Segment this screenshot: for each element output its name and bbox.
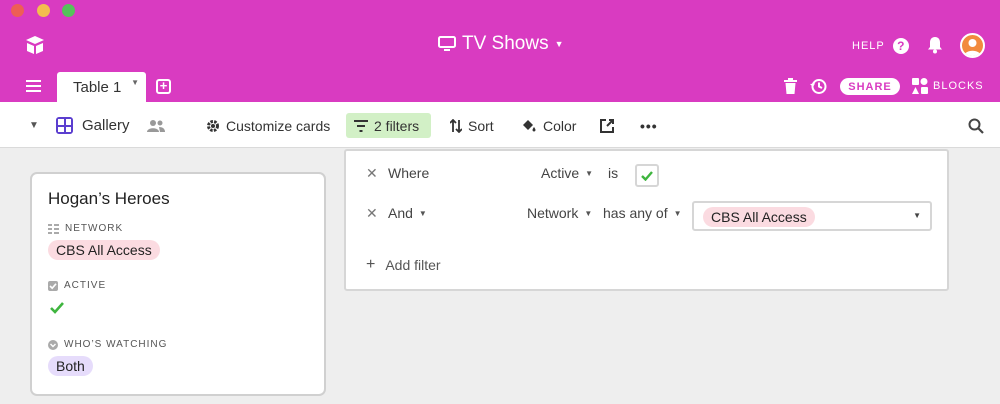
help-button[interactable]: HELP ?: [852, 38, 909, 54]
checkmark-icon: [641, 170, 653, 181]
field-label-text: ACTIVE: [64, 280, 107, 291]
single-select-icon: [48, 339, 58, 350]
checkbox-field-icon: [48, 280, 58, 291]
color-button[interactable]: Color: [521, 113, 576, 138]
share-button[interactable]: SHARE: [840, 78, 900, 95]
app-header: TV Shows ▼ HELP ?: [0, 22, 1000, 70]
people-icon: [147, 119, 165, 132]
blocks-icon: [912, 78, 928, 94]
monitor-icon: [438, 36, 456, 51]
sort-icon: [450, 118, 462, 133]
field-label-text: NETWORK: [65, 223, 124, 234]
remove-filter-button[interactable]: ✕: [366, 205, 378, 222]
tab-label: Table 1: [73, 78, 122, 96]
filter-value-pill: CBS All Access: [703, 207, 815, 227]
user-icon: [964, 39, 981, 56]
airtable-logo-icon[interactable]: [24, 34, 46, 56]
checkmark-icon: [50, 302, 64, 314]
filter-popover: ✕ Where Active ▼ is ✕ And ▼ Network ▼ ha…: [344, 149, 949, 291]
gallery-icon: [56, 117, 73, 134]
filter-icon: [354, 119, 368, 132]
gear-icon: [207, 119, 219, 132]
table-tabs-bar: Table 1 ▼ + SHARE BLOCKS: [0, 70, 1000, 102]
filters-button[interactable]: 2 filters: [346, 113, 431, 138]
chevron-down-icon: ▼: [554, 39, 564, 49]
trash-icon[interactable]: [784, 78, 797, 94]
filter-conjunction: Where: [388, 165, 430, 181]
blocks-label: BLOCKS: [933, 80, 984, 92]
hamburger-menu-icon[interactable]: [26, 79, 42, 93]
network-value-pill: CBS All Access: [48, 240, 160, 260]
field-label-active: ACTIVE: [48, 280, 106, 291]
filter-row: ✕ Where Active ▼ is: [346, 159, 947, 189]
filter-operator[interactable]: is: [608, 165, 618, 181]
user-avatar[interactable]: [960, 33, 985, 58]
blocks-button[interactable]: BLOCKS: [912, 78, 984, 94]
help-label: HELP: [852, 40, 885, 52]
paint-bucket-icon: [523, 120, 536, 132]
customize-cards-label: Customize cards: [226, 117, 331, 134]
filter-conjunction-select[interactable]: And ▼: [388, 205, 427, 221]
filter-operator-label: has any of: [603, 205, 668, 221]
filter-value-select[interactable]: CBS All Access ▼: [692, 201, 932, 231]
chevron-down-icon: ▼: [673, 208, 682, 218]
field-label-text: WHO’S WATCHING: [64, 339, 168, 350]
chevron-down-icon[interactable]: ▼: [131, 78, 139, 87]
view-switcher-toggle[interactable]: ▼: [29, 113, 39, 138]
maximize-window-button[interactable]: [62, 4, 75, 17]
filter-field-label: Network: [527, 205, 579, 221]
chevron-down-icon: ▼: [913, 211, 921, 220]
whos-watching-value-pill: Both: [48, 356, 93, 376]
base-title: TV Shows: [462, 33, 549, 54]
view-toolbar: ▼ Gallery Customize cards 2 filters Sort…: [0, 102, 1000, 148]
collaborators-button[interactable]: [146, 113, 166, 138]
color-label: Color: [543, 117, 577, 134]
chevron-down-icon: ▼: [585, 168, 594, 178]
chevron-down-icon: ▼: [584, 208, 593, 218]
close-window-button[interactable]: [11, 4, 24, 17]
minimize-window-button[interactable]: [37, 4, 50, 17]
help-circle-icon: ?: [892, 38, 909, 54]
gallery-card[interactable]: Hogan’s Heroes NETWORK CBS All Access AC…: [30, 172, 326, 396]
window-titlebar: [0, 0, 1000, 22]
sort-label: Sort: [468, 117, 494, 134]
filter-value-checkbox[interactable]: [635, 164, 659, 187]
filters-label: 2 filters: [374, 117, 420, 134]
base-title-dropdown[interactable]: TV Shows ▼: [438, 33, 564, 55]
add-filter-button[interactable]: + Add filter: [366, 256, 441, 274]
share-view-button[interactable]: [600, 113, 614, 138]
filter-conjunction-label: And: [388, 205, 413, 221]
filter-field-label: Active: [541, 165, 580, 181]
share-external-icon: [600, 118, 614, 133]
search-icon: [968, 118, 984, 134]
filter-field-select[interactable]: Active ▼: [541, 165, 593, 181]
add-table-button[interactable]: +: [156, 79, 171, 94]
field-label-whos-watching: WHO’S WATCHING: [48, 339, 167, 350]
card-title: Hogan’s Heroes: [48, 189, 170, 208]
more-options-button[interactable]: •••: [640, 113, 658, 138]
history-icon[interactable]: [810, 78, 827, 95]
long-text-icon: [48, 223, 59, 234]
filter-operator-select[interactable]: has any of ▼: [603, 205, 682, 221]
plus-icon: +: [366, 256, 376, 273]
customize-cards-button[interactable]: Customize cards: [206, 113, 330, 138]
view-name[interactable]: Gallery: [82, 113, 130, 138]
remove-filter-button[interactable]: ✕: [366, 165, 378, 182]
sort-button[interactable]: Sort: [450, 113, 494, 138]
field-label-network: NETWORK: [48, 223, 123, 234]
add-filter-label: Add filter: [385, 257, 441, 273]
filter-field-select[interactable]: Network ▼: [527, 205, 592, 221]
search-button[interactable]: [968, 113, 984, 138]
tab-table-1[interactable]: Table 1 ▼: [57, 72, 146, 102]
chevron-down-icon: ▼: [418, 208, 427, 218]
bell-icon[interactable]: [927, 36, 943, 54]
